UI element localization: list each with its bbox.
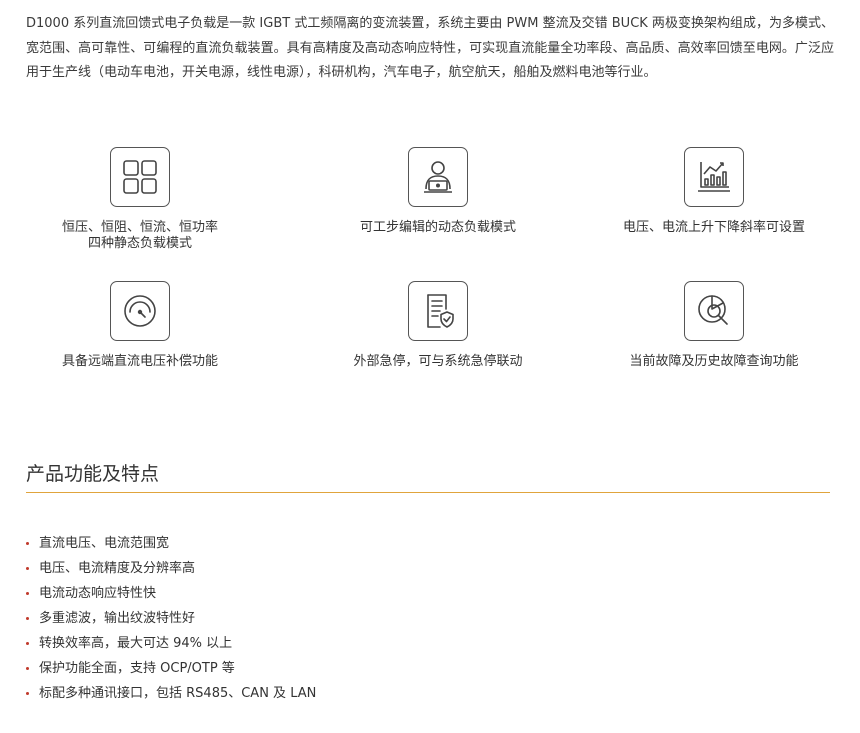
bullet-icon: [26, 642, 29, 645]
list-item: 转换效率高，最大可达 94% 以上: [26, 631, 316, 656]
list-item: 保护功能全面，支持 OCP/OTP 等: [26, 656, 316, 681]
section-divider: [26, 492, 830, 493]
list-item: 电压、电流精度及分辨率高: [26, 556, 316, 581]
user-laptop-icon: [408, 147, 468, 207]
feature-fault-query: 当前故障及历史故障查询功能: [584, 281, 844, 370]
feature-slope: 电压、电流上升下降斜率可设置: [584, 147, 844, 236]
bullet-icon: [26, 692, 29, 695]
bullet-icon: [26, 617, 29, 620]
bullet-icon: [26, 542, 29, 545]
feature-label: 外部急停，可与系统急停联动: [353, 354, 523, 369]
feature-label: 当前故障及历史故障查询功能: [629, 354, 799, 369]
bullet-icon: [26, 567, 29, 570]
section-title: 产品功能及特点: [26, 463, 160, 485]
list-item: 多重滤波，输出纹波特性好: [26, 606, 316, 631]
feature-dynamic-mode: 可工步编辑的动态负载模式: [308, 147, 568, 236]
list-item: 直流电压、电流范围宽: [26, 531, 316, 556]
list-item: 电流动态响应特性快: [26, 581, 316, 606]
bullet-icon: [26, 667, 29, 670]
gauge-icon: [110, 281, 170, 341]
line-chart-icon: [684, 147, 744, 207]
feature-label: 恒压、恒阻、恒流、恒功率 四种静态负载模式: [61, 220, 218, 251]
feature-remote-compensation: 具备远端直流电压补偿功能: [10, 281, 270, 370]
bullet-icon: [26, 592, 29, 595]
feature-label: 可工步编辑的动态负载模式: [359, 220, 516, 235]
feature-label: 电压、电流上升下降斜率可设置: [622, 220, 805, 235]
feature-label: 具备远端直流电压补偿功能: [61, 354, 218, 369]
spec-list: 直流电压、电流范围宽 电压、电流精度及分辨率高 电流动态响应特性快 多重滤波，输…: [26, 531, 316, 706]
list-item: 标配多种通讯接口，包括 RS485、CAN 及 LAN: [26, 681, 316, 706]
document-shield-icon: [408, 281, 468, 341]
feature-static-modes: 恒压、恒阻、恒流、恒功率 四种静态负载模式: [10, 147, 270, 252]
feature-emergency-stop: 外部急停，可与系统急停联动: [308, 281, 568, 370]
grid-icon: [110, 147, 170, 207]
intro-paragraph: D1000 系列直流回馈式电子负载是一款 IGBT 式工频隔离的变流装置，系统主…: [26, 16, 834, 80]
pie-chart-search-icon: [684, 281, 744, 341]
